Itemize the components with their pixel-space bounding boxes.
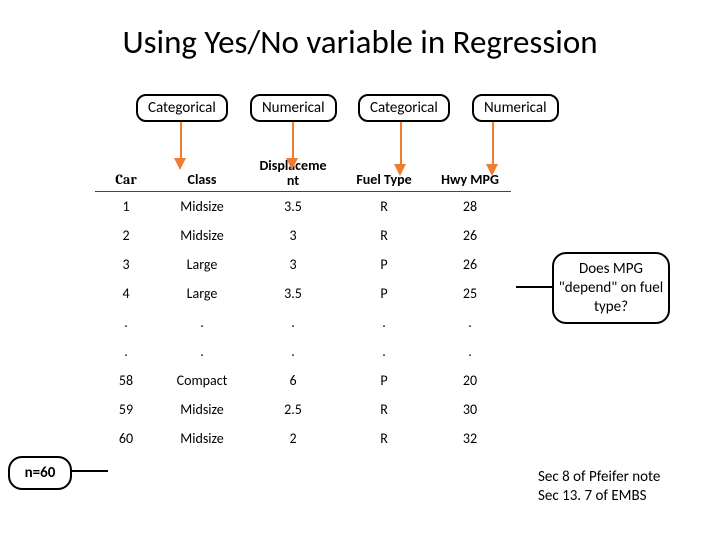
table-header-row: Car Class Displaceme nt Fuel Type Hwy MP… xyxy=(95,156,511,192)
table-row: 3Large3P26 xyxy=(95,250,511,279)
arrow-icon xyxy=(292,118,294,160)
type-label-categorical-2: Categorical xyxy=(358,94,450,122)
connector-line xyxy=(72,470,108,472)
table-row: 58Compact6P20 xyxy=(95,366,511,395)
reference-line: Sec 13. 7 of EMBS xyxy=(538,487,660,506)
table-row: ..... xyxy=(95,337,511,366)
table-row: 59Midsize2.5R30 xyxy=(95,395,511,424)
reference-line: Sec 8 of Pfeifer note xyxy=(538,468,660,487)
arrow-head-icon xyxy=(486,164,498,176)
arrow-head-icon xyxy=(394,164,406,176)
header-hwympg: Hwy MPG xyxy=(429,156,511,192)
table-row: ..... xyxy=(95,308,511,337)
type-label-numerical-2: Numerical xyxy=(472,94,559,122)
header-car: Car xyxy=(95,156,157,192)
header-fueltype: Fuel Type xyxy=(339,156,429,192)
table-row: 2Midsize3R26 xyxy=(95,221,511,250)
table-row: 60Midsize2R32 xyxy=(95,424,511,453)
connector-line xyxy=(516,286,556,288)
type-label-numerical-1: Numerical xyxy=(250,94,337,122)
reference-notes: Sec 8 of Pfeifer note Sec 13. 7 of EMBS xyxy=(538,468,660,506)
arrow-icon xyxy=(400,118,402,166)
n-callout: n=60 xyxy=(8,456,72,490)
table-row: 4Large3.5P25 xyxy=(95,279,511,308)
type-label-categorical-1: Categorical xyxy=(136,94,228,122)
data-table: Car Class Displaceme nt Fuel Type Hwy MP… xyxy=(95,156,511,453)
table-body: 1Midsize3.5R28 2Midsize3R26 3Large3P26 4… xyxy=(95,192,511,454)
table-row: 1Midsize3.5R28 xyxy=(95,192,511,222)
arrow-head-icon xyxy=(286,158,298,170)
arrow-icon xyxy=(492,118,494,166)
page-title: Using Yes/No variable in Regression xyxy=(0,22,720,62)
question-callout: Does MPG "depend" on fuel type? xyxy=(552,252,670,324)
arrow-icon xyxy=(180,118,182,160)
arrow-head-icon xyxy=(174,158,186,170)
header-class: Class xyxy=(157,156,247,192)
